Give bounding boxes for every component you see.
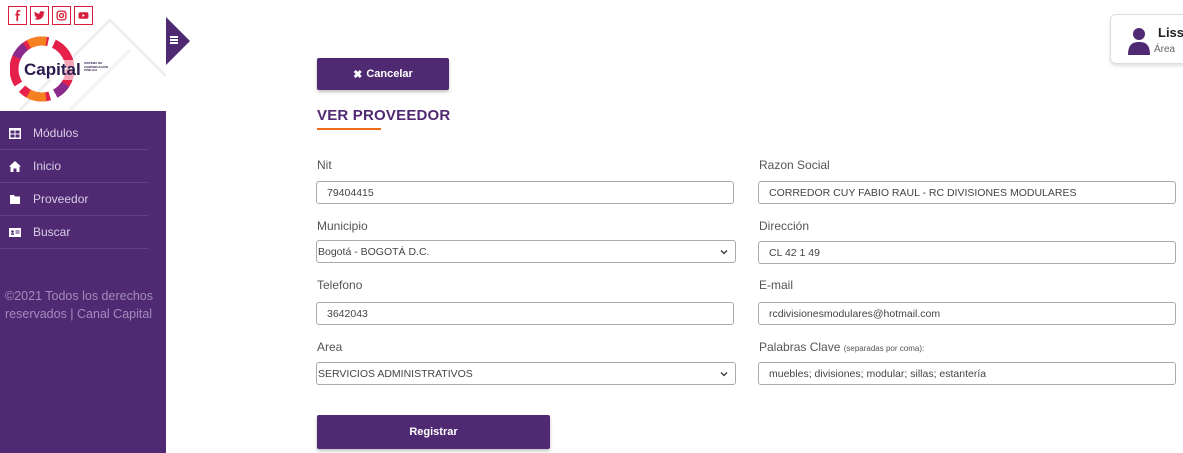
municipio-value: Bogotá - BOGOTÁ D.C. [318, 245, 430, 258]
municipio-select[interactable]: Bogotá - BOGOTÁ D.C. [316, 240, 736, 263]
area-label: Area [317, 340, 343, 354]
palabras-clave-hint: (separadas por coma): [843, 344, 925, 353]
logo-tagline: SISTEMA DE COMUNICACIÓN PÚBLICA [84, 61, 108, 72]
direccion-label: Dirección [759, 219, 810, 233]
folder-icon [9, 194, 21, 205]
area-value: SERVICIOS ADMINISTRATIVOS [318, 367, 473, 380]
logo-wordmark: Capital [24, 60, 81, 80]
razon-social-label: Razon Social [759, 158, 830, 172]
email-value: rcdivisionesmodulares@hotmail.com [769, 307, 941, 320]
telefono-label: Telefono [317, 278, 363, 292]
sidebar-toggle[interactable] [166, 17, 190, 65]
user-avatar-icon [1128, 28, 1150, 55]
sidebar-item-label: Módulos [33, 126, 79, 140]
user-name: Liss [1158, 25, 1183, 40]
sidebar-item-buscar[interactable]: Buscar [0, 216, 148, 249]
razon-social-field[interactable]: CORREDOR CUY FABIO RAUL - RC DIVISIONES … [758, 181, 1176, 204]
nit-field[interactable]: 79404415 [316, 181, 734, 204]
register-label: Registrar [409, 426, 458, 438]
direccion-value: CL 42 1 49 [769, 246, 820, 259]
user-area: Área [1154, 44, 1176, 55]
cancel-button[interactable]: ✖ Cancelar [317, 58, 449, 90]
email-field[interactable]: rcdivisionesmodulares@hotmail.com [758, 302, 1176, 325]
user-menu[interactable]: Liss Área [1110, 14, 1183, 64]
copyright-text: ©2021 Todos los derechos reservados | Ca… [5, 289, 153, 321]
palabras-clave-label: Palabras Clave (separadas por coma): [759, 340, 924, 354]
close-icon: ✖ [353, 68, 363, 81]
chevron-down-icon [720, 250, 728, 255]
title-underline [317, 128, 381, 130]
sidebar: Módulos Inicio Proveedor Buscar ©2021 To… [0, 111, 166, 453]
modules-icon [9, 127, 21, 139]
direccion-field[interactable]: CL 42 1 49 [758, 241, 1176, 264]
email-label: E-mail [759, 278, 794, 292]
cancel-label: Cancelar [366, 68, 413, 80]
telefono-value: 3642043 [327, 307, 368, 320]
sidebar-item-proveedor[interactable]: Proveedor [0, 183, 148, 216]
telefono-field[interactable]: 3642043 [316, 302, 734, 325]
palabras-clave-value: muebles; divisiones; modular; sillas; es… [769, 367, 987, 380]
sidebar-item-modulos[interactable]: Módulos [0, 117, 148, 150]
sidebar-item-label: Buscar [33, 225, 71, 239]
page-title: VER PROVEEDOR [317, 107, 451, 124]
razon-social-value: CORREDOR CUY FABIO RAUL - RC DIVISIONES … [769, 186, 1077, 199]
palabras-clave-label-text: Palabras Clave [759, 340, 841, 354]
area-select[interactable]: SERVICIOS ADMINISTRATIVOS [316, 362, 736, 385]
municipio-label: Municipio [317, 219, 368, 233]
hamburger-icon [170, 36, 178, 45]
sidebar-item-inicio[interactable]: Inicio [0, 150, 148, 183]
palabras-clave-field[interactable]: muebles; divisiones; modular; sillas; es… [758, 362, 1176, 385]
sidebar-item-label: Proveedor [33, 192, 89, 206]
register-button[interactable]: Registrar [317, 415, 550, 449]
nit-value: 79404415 [327, 186, 374, 199]
chevron-down-icon [720, 372, 728, 377]
id-card-icon [9, 227, 21, 238]
canal-capital-logo[interactable]: Capital SISTEMA DE COMUNICACIÓN PÚBLICA [9, 36, 108, 102]
sidebar-item-label: Inicio [33, 159, 62, 173]
nit-label: Nit [317, 158, 332, 172]
home-icon [9, 160, 21, 172]
